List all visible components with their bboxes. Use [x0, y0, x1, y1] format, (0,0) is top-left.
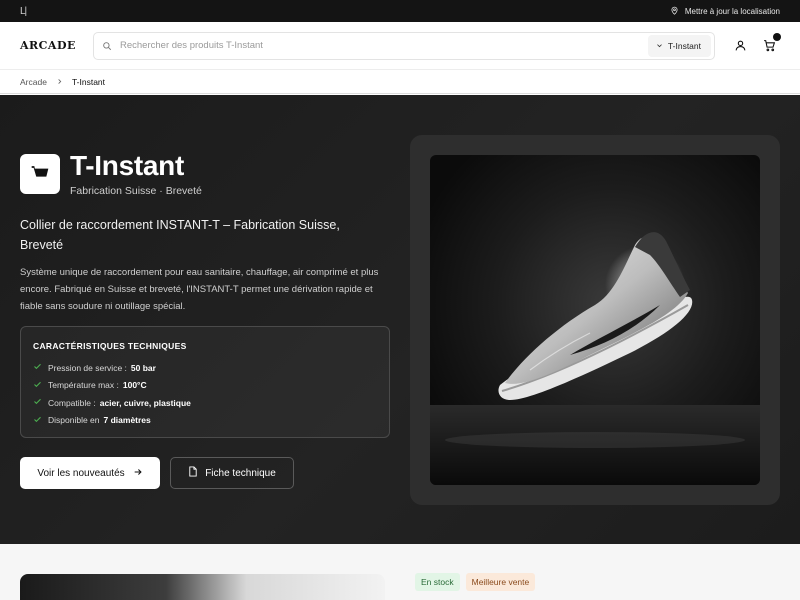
- spec-item: Compatible : acier, cuivre, plastique: [33, 394, 377, 412]
- check-icon: [33, 380, 48, 391]
- technical-specs-card: CARACTÉRISTIQUES TECHNIQUES Pression de …: [20, 326, 390, 438]
- category-select[interactable]: T-Instant: [647, 34, 711, 57]
- check-icon: [33, 362, 48, 373]
- spec-value: 100°C: [122, 380, 147, 391]
- update-location-link[interactable]: Mettre à jour la localisation: [670, 6, 780, 17]
- hero-description: Système unique de raccordement pour eau …: [20, 267, 379, 312]
- view-new-arrivals-label: Voir les nouveautés: [37, 467, 125, 479]
- search-input[interactable]: [120, 40, 648, 51]
- document-icon: [188, 466, 198, 480]
- breadcrumb-item-current: T-Instant: [71, 77, 106, 87]
- product-section: En stock Meilleure vente: [0, 544, 800, 600]
- technical-sheet-label: Fiche technique: [205, 467, 276, 479]
- breadcrumb: Arcade T-Instant: [0, 71, 800, 94]
- spec-item: Température max : 100°C: [33, 377, 377, 395]
- spec-value: 50 bar: [130, 362, 156, 373]
- best-seller-badge: Meilleure vente: [465, 573, 536, 591]
- spec-value: acier, cuivre, plastique: [99, 397, 191, 408]
- cart-icon: [763, 39, 776, 52]
- brand-title: T-Instant: [70, 150, 184, 181]
- view-new-arrivals-button[interactable]: Voir les nouveautés: [20, 457, 160, 489]
- brand-header: T-Instant Fabrication Suisse · Breveté: [20, 150, 202, 197]
- cart-count-badge: [773, 33, 781, 41]
- site-header: ARCADE T-Instant: [0, 22, 800, 70]
- arrow-right-icon: [133, 467, 143, 480]
- user-icon[interactable]: [734, 39, 747, 52]
- spec-value: 7 diamètres: [103, 415, 151, 426]
- cart-button[interactable]: [763, 33, 781, 52]
- brand-text: T-Instant Fabrication Suisse · Breveté: [70, 150, 202, 197]
- check-icon: [33, 397, 48, 408]
- brand-subtitle: Fabrication Suisse · Breveté: [70, 185, 202, 197]
- product-gallery-image[interactable]: [20, 574, 385, 600]
- top-bar-glyph: L|: [20, 5, 27, 17]
- sneaker-illustration: [430, 232, 760, 485]
- hero-section: T-Instant Fabrication Suisse · Breveté C…: [0, 95, 800, 544]
- category-select-value: T-Instant: [667, 40, 701, 51]
- top-bar: L| Mettre à jour la localisation: [0, 0, 800, 22]
- spec-label: Compatible :: [48, 397, 96, 408]
- site-logo[interactable]: ARCADE: [20, 39, 92, 52]
- brand-logo: [20, 154, 60, 194]
- hero-headline: Collier de raccordement INSTANT-T – Fabr…: [20, 218, 340, 252]
- product-image[interactable]: [430, 155, 760, 485]
- check-icon: [33, 415, 48, 426]
- spec-label: Disponible en: [48, 415, 100, 426]
- breadcrumb-item-home[interactable]: Arcade: [20, 77, 47, 87]
- technical-sheet-button[interactable]: Fiche technique: [170, 457, 294, 489]
- product-badges: En stock Meilleure vente: [415, 573, 536, 591]
- specs-title: CARACTÉRISTIQUES TECHNIQUES: [33, 341, 187, 351]
- product-image-frame: [410, 135, 780, 505]
- spec-label: Pression de service :: [48, 362, 127, 373]
- chevron-down-icon: [656, 41, 663, 51]
- chevron-right-icon: [56, 77, 63, 87]
- map-pin-icon: [670, 6, 679, 17]
- update-location-label: Mettre à jour la localisation: [684, 6, 780, 16]
- shopping-basket-icon: [30, 162, 50, 187]
- search-icon: [102, 41, 112, 51]
- header-actions: [734, 33, 781, 52]
- spec-label: Température max :: [48, 380, 119, 391]
- spec-item: Pression de service : 50 bar: [33, 359, 377, 377]
- search-bar: T-Instant: [93, 31, 715, 60]
- spec-item: Disponible en 7 diamètres: [33, 412, 377, 430]
- in-stock-badge: En stock: [415, 573, 460, 591]
